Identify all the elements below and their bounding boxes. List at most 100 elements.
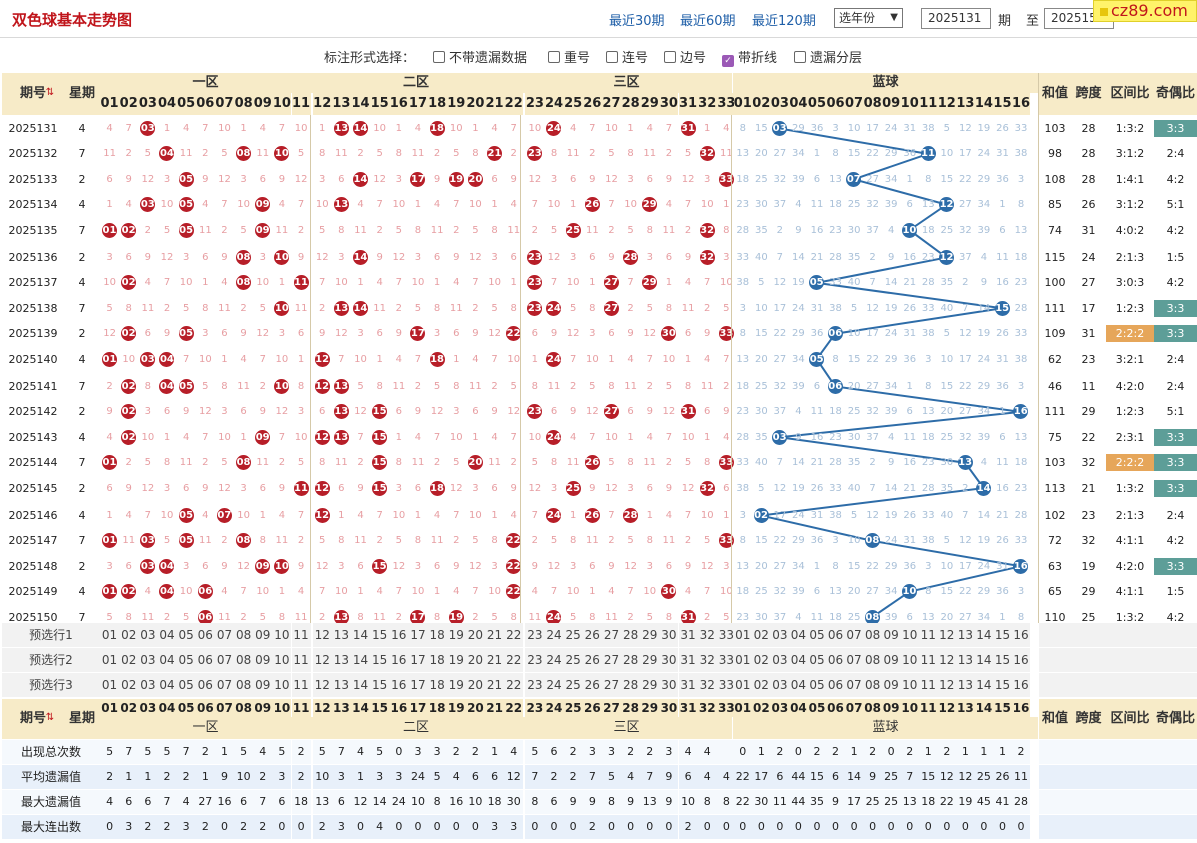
preselect-red-number[interactable]: 23 xyxy=(525,623,545,647)
preselect-blue-number[interactable]: 09 xyxy=(881,623,901,647)
preselect-red-number[interactable]: 04 xyxy=(157,623,177,647)
preselect-blue-number[interactable]: 07 xyxy=(844,673,864,697)
preselect-red-number[interactable]: 13 xyxy=(331,648,351,672)
preselect-red-number[interactable]: 18 xyxy=(427,623,447,647)
preselect-blue-number[interactable]: 01 xyxy=(733,623,753,647)
preselect-red-number[interactable]: 22 xyxy=(504,673,524,697)
preselect-blue-number[interactable]: 05 xyxy=(807,673,827,697)
preselect-red-number[interactable]: 25 xyxy=(563,648,583,672)
preselect-blue-number[interactable]: 06 xyxy=(826,673,845,697)
preselect-red-number[interactable]: 27 xyxy=(601,673,622,697)
preselect-red-number[interactable]: 32 xyxy=(697,648,717,672)
preselect-red-number[interactable]: 14 xyxy=(350,673,371,697)
preselect-red-number[interactable]: 24 xyxy=(544,623,564,647)
preselect-red-number[interactable]: 10 xyxy=(272,673,292,697)
sort-icon[interactable]: ⇅ xyxy=(45,711,55,725)
preselect-red-number[interactable]: 22 xyxy=(504,648,524,672)
preselect-blue-number[interactable]: 12 xyxy=(937,673,957,697)
preselect-red-number[interactable]: 23 xyxy=(525,648,545,672)
preselect-blue-number[interactable]: 15 xyxy=(993,648,1012,672)
preselect-blue-number[interactable]: 11 xyxy=(919,673,938,697)
preselect-red-number[interactable]: 03 xyxy=(138,623,158,647)
preselect-red-number[interactable]: 25 xyxy=(563,623,583,647)
preselect-red-number[interactable]: 09 xyxy=(253,648,273,672)
preselect-red-number[interactable]: 20 xyxy=(465,623,485,647)
preselect-red-number[interactable]: 24 xyxy=(544,648,564,672)
preselect-red-number[interactable]: 02 xyxy=(119,648,139,672)
preselect-red-number[interactable]: 08 xyxy=(234,673,254,697)
preselect-blue-number[interactable]: 08 xyxy=(863,673,882,697)
preselect-red-number[interactable]: 11 xyxy=(291,648,311,672)
preselect-red-number[interactable]: 09 xyxy=(253,673,273,697)
preselect-blue-number[interactable]: 02 xyxy=(752,673,771,697)
preselect-red-number[interactable]: 14 xyxy=(350,648,371,672)
preselect-red-number[interactable]: 12 xyxy=(312,673,332,697)
preselect-blue-number[interactable]: 16 xyxy=(1011,623,1031,647)
preselect-red-number[interactable]: 25 xyxy=(563,673,583,697)
preselect-red-number[interactable]: 17 xyxy=(408,673,428,697)
preselect-blue-number[interactable]: 14 xyxy=(974,673,994,697)
preselect-blue-number[interactable]: 12 xyxy=(937,623,957,647)
preselect-red-number[interactable]: 05 xyxy=(176,673,196,697)
preselect-red-number[interactable]: 18 xyxy=(427,648,447,672)
preselect-blue-number[interactable]: 04 xyxy=(789,648,808,672)
preselect-red-number[interactable]: 11 xyxy=(291,623,311,647)
preselect-red-number[interactable]: 30 xyxy=(659,648,679,672)
preselect-blue-number[interactable]: 07 xyxy=(844,623,864,647)
preselect-red-number[interactable]: 29 xyxy=(640,623,660,647)
preselect-red-number[interactable]: 32 xyxy=(697,673,717,697)
preselect-red-number[interactable]: 02 xyxy=(119,673,139,697)
preselect-red-number[interactable]: 13 xyxy=(331,623,351,647)
preselect-red-number[interactable]: 01 xyxy=(100,648,120,672)
preselect-red-number[interactable]: 12 xyxy=(312,623,332,647)
preselect-blue-number[interactable]: 04 xyxy=(789,673,808,697)
preselect-red-number[interactable]: 01 xyxy=(100,623,120,647)
preselect-blue-number[interactable]: 13 xyxy=(956,673,975,697)
preselect-red-number[interactable]: 09 xyxy=(253,623,273,647)
preselect-red-number[interactable]: 30 xyxy=(659,673,679,697)
preselect-red-number[interactable]: 05 xyxy=(176,648,196,672)
preselect-red-number[interactable]: 28 xyxy=(621,648,641,672)
preselect-blue-number[interactable]: 14 xyxy=(974,648,994,672)
preselect-red-number[interactable]: 22 xyxy=(504,623,524,647)
preselect-red-number[interactable]: 17 xyxy=(408,648,428,672)
preselect-red-number[interactable]: 19 xyxy=(446,648,466,672)
preselect-red-number[interactable]: 16 xyxy=(389,648,409,672)
preselect-blue-number[interactable]: 14 xyxy=(974,623,994,647)
preselect-red-number[interactable]: 07 xyxy=(214,673,235,697)
preselect-blue-number[interactable]: 03 xyxy=(770,673,790,697)
preselect-blue-number[interactable]: 15 xyxy=(993,623,1012,647)
preselect-red-number[interactable]: 13 xyxy=(331,673,351,697)
preselect-red-number[interactable]: 11 xyxy=(291,673,311,697)
preselect-red-number[interactable]: 27 xyxy=(601,648,622,672)
preselect-red-number[interactable]: 16 xyxy=(389,673,409,697)
preselect-red-number[interactable]: 19 xyxy=(446,673,466,697)
preselect-red-number[interactable]: 24 xyxy=(544,673,564,697)
preselect-blue-number[interactable]: 01 xyxy=(733,648,753,672)
preselect-blue-number[interactable]: 02 xyxy=(752,648,771,672)
preselect-red-number[interactable]: 04 xyxy=(157,648,177,672)
preselect-red-number[interactable]: 06 xyxy=(195,673,215,697)
preselect-red-number[interactable]: 15 xyxy=(370,623,390,647)
preselect-red-number[interactable]: 23 xyxy=(525,673,545,697)
preselect-red-number[interactable]: 15 xyxy=(370,648,390,672)
preselect-red-number[interactable]: 02 xyxy=(119,623,139,647)
preselect-red-number[interactable]: 03 xyxy=(138,648,158,672)
preselect-red-number[interactable]: 06 xyxy=(195,623,215,647)
preselect-blue-number[interactable]: 05 xyxy=(807,623,827,647)
preselect-blue-number[interactable]: 01 xyxy=(733,673,753,697)
preselect-blue-number[interactable]: 12 xyxy=(937,648,957,672)
preselect-blue-number[interactable]: 15 xyxy=(993,673,1012,697)
preselect-red-number[interactable]: 27 xyxy=(601,623,622,647)
preselect-red-number[interactable]: 10 xyxy=(272,623,292,647)
preselect-red-number[interactable]: 26 xyxy=(582,673,602,697)
preselect-red-number[interactable]: 32 xyxy=(697,623,717,647)
preselect-red-number[interactable]: 01 xyxy=(100,673,120,697)
preselect-blue-number[interactable]: 08 xyxy=(863,648,882,672)
preselect-red-number[interactable]: 14 xyxy=(350,623,371,647)
preselect-red-number[interactable]: 28 xyxy=(621,673,641,697)
preselect-red-number[interactable]: 15 xyxy=(370,673,390,697)
preselect-blue-number[interactable]: 16 xyxy=(1011,648,1031,672)
preselect-red-number[interactable]: 08 xyxy=(234,648,254,672)
preselect-red-number[interactable]: 16 xyxy=(389,623,409,647)
